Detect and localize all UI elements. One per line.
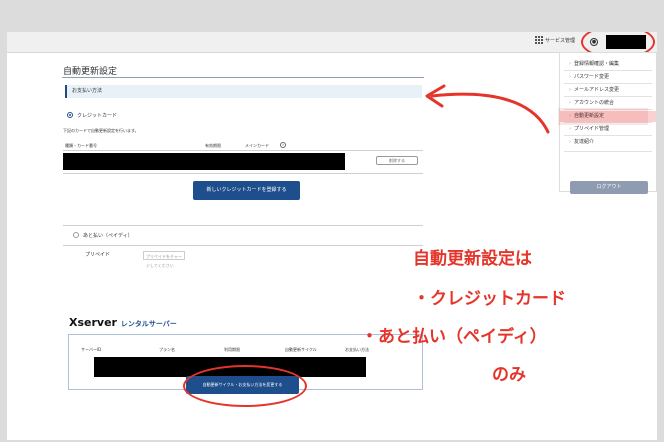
atobarai-label: あと払い（ペイディ）	[83, 233, 133, 239]
atobarai-radio[interactable]	[73, 232, 79, 238]
help-icon: ?	[280, 142, 286, 148]
credit-card-radio[interactable]	[67, 112, 73, 118]
column-payment-method: お支払い方法	[345, 347, 369, 352]
menu-item-email[interactable]: メールアドレス変更	[560, 85, 656, 96]
grid-icon	[535, 36, 543, 44]
menu-item-prepaid[interactable]: プリペイド管理	[560, 124, 656, 135]
table-divider	[63, 150, 423, 151]
annotation-line-2: ・クレジットカード	[413, 289, 566, 309]
column-expiry: 利用期限	[224, 347, 240, 352]
page: サービス管理 ● 自動更新設定 お支払い方法 クレジットカード 下記のカードで自…	[7, 32, 657, 440]
column-renew-cycle: 自動更新サイクル	[285, 347, 317, 352]
column-main-card: メインカード	[245, 143, 269, 148]
credit-card-note: 下記のカードで自動更新設定を行います。	[63, 128, 139, 133]
xserver-subtitle: レンタルサーバー	[120, 320, 177, 328]
annotation-line-3: ・あと払い（ペイディ）	[361, 327, 547, 347]
column-plan: プラン名	[159, 347, 175, 352]
menu-separator	[564, 83, 652, 84]
prepaid-field[interactable]: プリペイドをチャージしてください	[143, 251, 185, 268]
service-label: サービス管理	[545, 37, 576, 44]
column-server-id: サーバーID	[81, 347, 102, 352]
menu-separator	[564, 96, 652, 97]
menu-item-profile[interactable]: 登録情報確認・編集	[560, 59, 656, 70]
register-credit-card-button[interactable]: 新しいクレジットカードを登録する	[193, 181, 300, 200]
change-button-circle-annotation	[183, 365, 307, 407]
xserver-brand: Xserver レンタルサーバー	[69, 316, 177, 329]
menu-item-referral[interactable]: 友達紹介	[560, 137, 656, 148]
delete-card-button[interactable]: 削除する	[376, 156, 418, 165]
redacted-card-row	[63, 153, 345, 170]
logout-button[interactable]: ログアウト	[570, 181, 648, 194]
menu-highlight-annotation	[558, 108, 648, 125]
table-divider-2	[63, 173, 423, 174]
section-divider-2	[63, 245, 423, 246]
service-menu[interactable]: サービス管理	[535, 36, 575, 44]
page-title: 自動更新設定	[63, 67, 118, 77]
prepaid-label: プリペイド	[85, 252, 111, 258]
credit-card-label: クレジットカード	[77, 113, 118, 119]
menu-separator	[564, 135, 652, 136]
menu-separator	[564, 70, 652, 71]
menu-separator	[564, 151, 652, 152]
column-expiry: 有効期限	[205, 143, 221, 148]
top-bar: サービス管理 ●	[7, 32, 657, 53]
arrow-annotation-icon	[425, 84, 550, 134]
xserver-logo-text: Xserver	[69, 316, 117, 329]
title-divider	[62, 77, 424, 78]
annotation-line-4: のみ	[492, 365, 526, 385]
annotation-line-1: 自動更新設定は	[413, 249, 532, 269]
section-divider	[63, 225, 423, 226]
column-card-number: 種類・カード番号	[65, 143, 97, 148]
menu-item-password[interactable]: パスワード変更	[560, 72, 656, 83]
payment-section-header: お支払い方法	[65, 85, 422, 98]
